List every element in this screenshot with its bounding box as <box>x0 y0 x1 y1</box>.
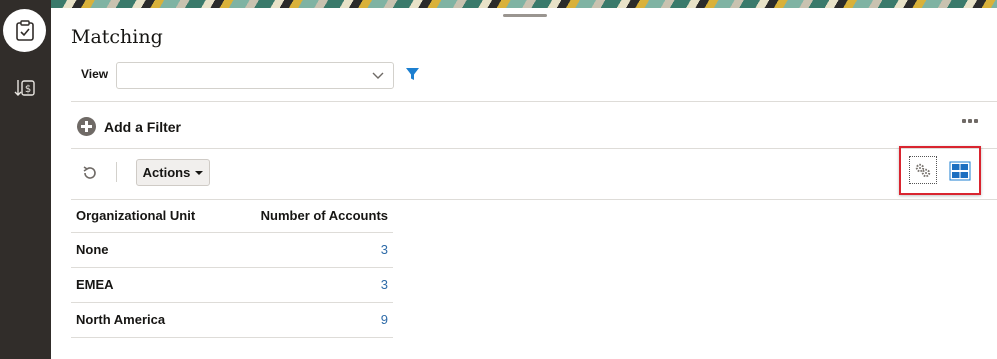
caret-down-icon <box>195 170 204 175</box>
column-header-org-unit[interactable]: Organizational Unit <box>76 208 195 223</box>
chevron-down-icon <box>372 72 384 79</box>
account-count-link[interactable]: 3 <box>381 242 388 257</box>
table-row[interactable]: EMEA 3 <box>71 268 393 303</box>
more-options-icon[interactable] <box>962 119 978 123</box>
settings-button[interactable] <box>909 156 937 184</box>
currency-exchange-icon: $ <box>14 79 35 96</box>
view-select[interactable] <box>116 62 394 89</box>
divider <box>71 101 997 102</box>
filter-icon[interactable] <box>405 67 420 82</box>
actions-menu-button[interactable]: Actions <box>136 159 210 186</box>
panel-resize-grip[interactable] <box>503 14 547 17</box>
page-title: Matching <box>71 26 163 48</box>
gears-icon <box>915 163 931 178</box>
clipboard-check-icon <box>15 19 34 41</box>
table-row[interactable]: North America 9 <box>71 303 393 338</box>
divider <box>71 148 997 149</box>
nav-item-tasks[interactable] <box>3 9 46 52</box>
grid-layout-icon <box>949 161 971 181</box>
header-banner <box>51 0 997 8</box>
view-label: View <box>81 67 109 81</box>
layout-view-button[interactable] <box>948 159 972 183</box>
table-header: Organizational Unit Number of Accounts <box>71 199 393 233</box>
left-nav-rail: $ <box>0 0 51 359</box>
add-filter-button[interactable]: Add a Filter <box>77 117 181 136</box>
account-count-link[interactable]: 3 <box>381 277 388 292</box>
org-unit-cell: None <box>76 242 109 257</box>
toolbar-separator <box>116 162 117 182</box>
table-row[interactable]: None 3 <box>71 233 393 268</box>
refresh-icon[interactable] <box>81 164 99 182</box>
account-count-link[interactable]: 9 <box>381 312 388 327</box>
org-unit-cell: EMEA <box>76 277 114 292</box>
svg-text:$: $ <box>24 84 30 95</box>
add-filter-label: Add a Filter <box>104 118 182 135</box>
nav-item-reconciliation[interactable]: $ <box>3 66 46 109</box>
accounts-table: Organizational Unit Number of Accounts N… <box>71 199 393 338</box>
add-circle-icon <box>77 117 96 136</box>
column-header-num-accounts[interactable]: Number of Accounts <box>261 208 388 223</box>
actions-label: Actions <box>142 165 191 180</box>
org-unit-cell: North America <box>76 312 166 327</box>
